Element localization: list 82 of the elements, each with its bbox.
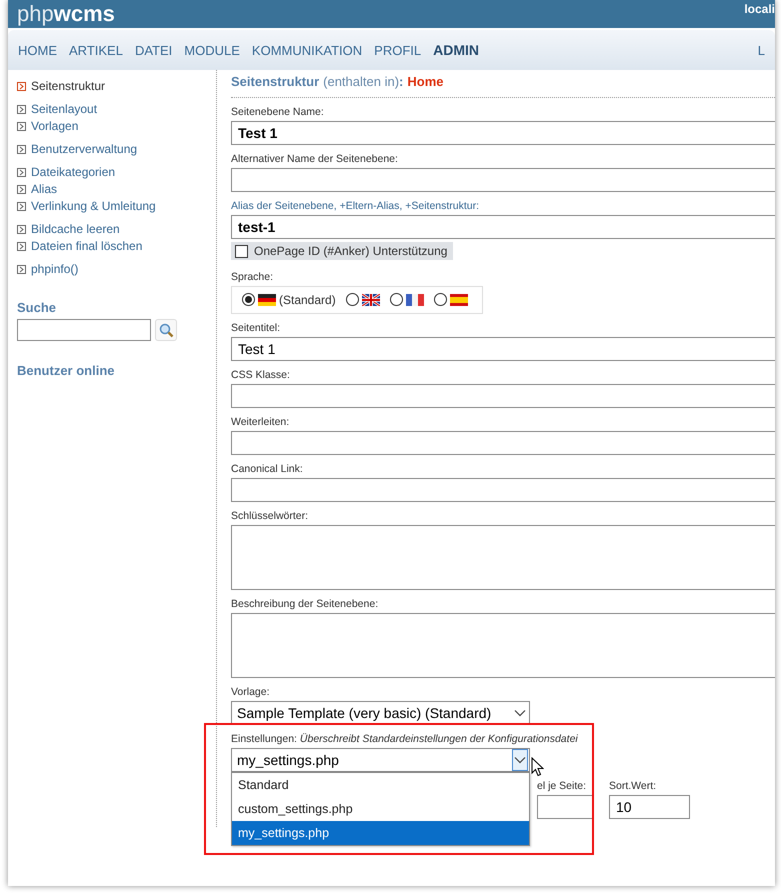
nav-tab[interactable]: DATEI: [134, 42, 172, 58]
field-label: Einstellungen: Überschreibt Standardeinstellungen der Konfigurationsdatei: [231, 732, 579, 744]
flag-icon: [450, 294, 468, 306]
sidebar-item[interactable]: Benutzerverwaltung: [17, 141, 138, 158]
title-separator: :: [399, 74, 404, 89]
sidebar-item[interactable]: Seitenstruktur: [17, 78, 106, 95]
text-field[interactable]: Test 1: [231, 121, 775, 145]
checkbox-label: OnePage ID (#Anker) Unterstützung: [254, 244, 448, 258]
arrow-box-icon: [17, 82, 26, 91]
field-label: CSS Klasse:: [231, 368, 291, 380]
arrow-box-icon: [17, 105, 26, 114]
sidebar-item[interactable]: Seitenlayout: [17, 101, 98, 118]
field-label: Beschreibung der Seitenebene:: [231, 598, 380, 610]
field-label: Weiterleiten:: [231, 416, 290, 428]
dropdown-option[interactable]: custom_settings.php: [232, 796, 529, 820]
text-field[interactable]: [231, 384, 775, 408]
section-heading: Benutzer online: [17, 363, 116, 378]
text-field[interactable]: Test 1: [231, 336, 775, 360]
arrow-box-icon: [17, 168, 26, 177]
nav-tab[interactable]: MODULE: [184, 42, 240, 58]
text-field[interactable]: [231, 168, 775, 192]
search-field[interactable]: [17, 319, 151, 341]
sidebar-item[interactable]: Dateikategorien: [17, 164, 116, 181]
arrow-box-icon: [17, 225, 26, 234]
radio-button[interactable]: [390, 293, 403, 306]
sidebar-item[interactable]: Verlinkung & Umleitung: [17, 198, 156, 215]
flag-icon: [258, 294, 276, 306]
arrow-box-icon: [17, 265, 26, 274]
nav-tab[interactable]: KOMMUNIKATION: [252, 42, 362, 58]
field-label: Sprache:: [231, 270, 274, 282]
text-area[interactable]: [231, 612, 775, 678]
radio-button[interactable]: [242, 293, 255, 306]
field-label: Sort.Wert:: [609, 780, 658, 792]
arrow-box-icon: [17, 242, 26, 251]
nav-tab[interactable]: PROFIL: [374, 42, 422, 58]
nav-tab[interactable]: ADMIN: [433, 42, 480, 58]
radio-label: (Standard): [279, 292, 336, 306]
logo: phpwcms: [17, 1, 115, 27]
arrow-box-icon: [17, 185, 26, 194]
flag-icon: [362, 294, 380, 306]
page-title: Seitenstruktur: [231, 74, 320, 89]
text-field[interactable]: [231, 430, 775, 454]
text-field[interactable]: [537, 794, 593, 818]
field-label: Canonical Link:: [231, 462, 304, 474]
dropdown-option[interactable]: my_settings.php: [232, 820, 529, 844]
search-icon: [158, 322, 174, 338]
text-area[interactable]: [231, 524, 775, 590]
sidebar-item[interactable]: phpinfo(): [17, 261, 78, 278]
field-label: Schlüsselwörter:: [231, 510, 310, 522]
sidebar-item[interactable]: Vorlagen: [17, 118, 78, 135]
text-field[interactable]: [231, 478, 775, 502]
arrow-box-icon: [17, 202, 26, 211]
text-field[interactable]: 10: [609, 794, 690, 818]
parent-page-link[interactable]: Home: [407, 74, 444, 89]
radio-button[interactable]: [434, 293, 447, 306]
flag-icon: [406, 294, 424, 306]
dropdown-option[interactable]: Standard: [232, 772, 529, 796]
field-label: Alternativer Name der Seitenebene:: [231, 153, 399, 165]
caret-icon: [514, 708, 526, 716]
sidebar-item[interactable]: Bildcache leeren: [17, 221, 120, 238]
sidebar-item[interactable]: Alias: [17, 181, 58, 198]
field-label: el je Seite:: [537, 780, 588, 792]
section-heading: Suche: [17, 300, 58, 315]
checkbox[interactable]: [235, 244, 248, 258]
radio-button[interactable]: [346, 293, 359, 306]
dropdown[interactable]: Sample Template (very basic) (Standard): [231, 700, 530, 724]
nav-link[interactable]: L: [758, 42, 765, 58]
field-label: Alias der Seitenebene, +Eltern-Alias, +Seitenstruktur:: [231, 200, 480, 212]
nav-tab[interactable]: ARTIKEL: [69, 42, 123, 58]
arrow-box-icon: [17, 122, 26, 131]
arrow-box-icon: [17, 145, 26, 154]
text-field[interactable]: test-1: [231, 215, 775, 239]
user-label: locali: [744, 2, 775, 16]
field-label: Seitentitel:: [231, 322, 282, 334]
title-context: (enthalten in): [323, 74, 400, 89]
sidebar-item[interactable]: Dateien final löschen: [17, 238, 142, 255]
field-label: Vorlage:: [231, 686, 271, 698]
search-button[interactable]: [155, 319, 177, 341]
dropdown[interactable]: my_settings.php: [231, 748, 530, 772]
nav-tab[interactable]: HOME: [18, 42, 57, 58]
caret-icon: [514, 756, 526, 764]
field-label: Seitenebene Name:: [231, 106, 325, 118]
